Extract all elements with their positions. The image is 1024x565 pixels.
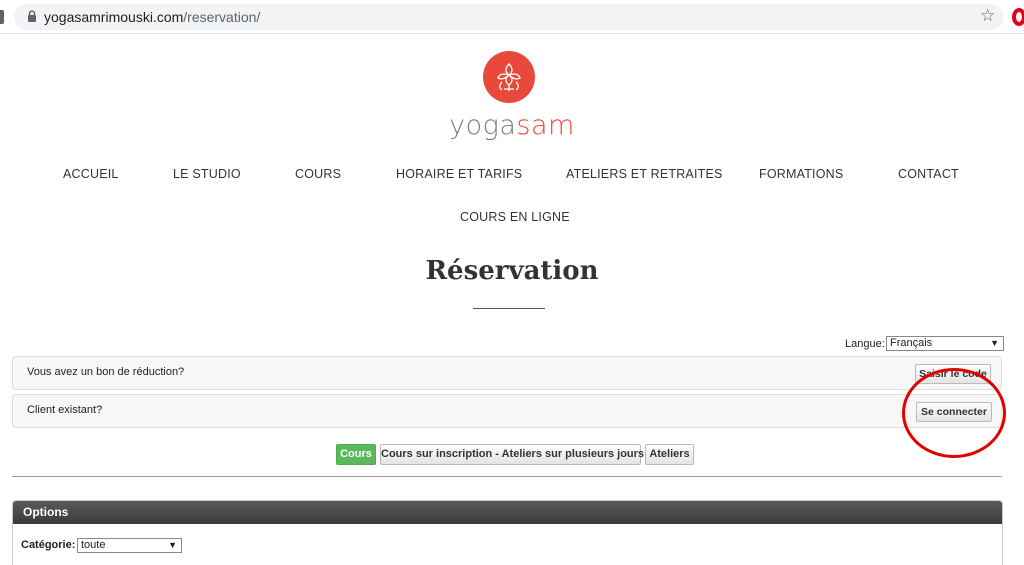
tab-cours[interactable]: Cours: [336, 444, 376, 465]
nav-accueil[interactable]: ACCUEIL: [63, 167, 119, 181]
nav-contact[interactable]: CONTACT: [898, 167, 959, 181]
dropdown-arrow-icon: ▼: [990, 338, 999, 348]
lock-icon: [28, 10, 36, 22]
nav-ateliers-et-retraites[interactable]: ATELIERS ET RETRAITES: [566, 167, 723, 181]
coupon-text: Vous avez un bon de réduction?: [27, 366, 185, 378]
brand-wordmark[interactable]: yogasam: [0, 110, 1024, 141]
nav-formations[interactable]: FORMATIONS: [759, 167, 843, 181]
language-label: Langue:: [845, 338, 885, 350]
nav-cours[interactable]: COURS: [295, 167, 341, 181]
brand-part-2: sam: [516, 110, 575, 141]
url-text[interactable]: yogasamrimouski.com/reservation/: [44, 9, 260, 25]
language-select-value: Français: [890, 337, 933, 349]
options-title: Options: [13, 501, 1002, 524]
url-path: /reservation/: [183, 9, 261, 25]
bookmark-star-icon[interactable]: ☆: [980, 6, 995, 26]
options-panel: Options Catégorie: toute ▼: [12, 500, 1003, 565]
nav-le-studio[interactable]: LE STUDIO: [173, 167, 241, 181]
tabs-divider: [12, 476, 1002, 477]
page-title: Réservation: [425, 256, 599, 286]
language-select[interactable]: Français ▼: [886, 336, 1004, 351]
nav-cours-en-ligne[interactable]: COURS EN LIGNE: [460, 210, 570, 224]
url-domain: yogasamrimouski.com: [44, 9, 184, 25]
annotation-circle: [902, 368, 1006, 458]
dropdown-arrow-icon: ▼: [168, 540, 177, 550]
browser-edge: [0, 10, 4, 24]
nav-horaire-et-tarifs[interactable]: HORAIRE ET TARIFS: [396, 167, 522, 181]
logo-icon[interactable]: [483, 51, 535, 103]
coupon-panel: Vous avez un bon de réduction? Saisir le…: [12, 356, 1002, 390]
client-text: Client existant?: [27, 404, 103, 416]
tab-ateliers[interactable]: Ateliers: [645, 444, 694, 465]
category-select-value: toute: [81, 539, 106, 551]
title-divider: [473, 308, 545, 309]
category-select[interactable]: toute ▼: [77, 538, 182, 553]
opera-icon[interactable]: [1012, 8, 1024, 26]
browser-address-bar: yogasamrimouski.com/reservation/ ☆: [0, 0, 1024, 34]
brand-part-1: yoga: [449, 110, 517, 141]
client-panel: Client existant? Se connecter: [12, 394, 1002, 428]
tab-cours-sur-inscription[interactable]: Cours sur inscription - Ateliers sur plu…: [380, 444, 644, 465]
category-label: Catégorie:: [21, 539, 76, 551]
lotus-icon: [497, 63, 521, 91]
